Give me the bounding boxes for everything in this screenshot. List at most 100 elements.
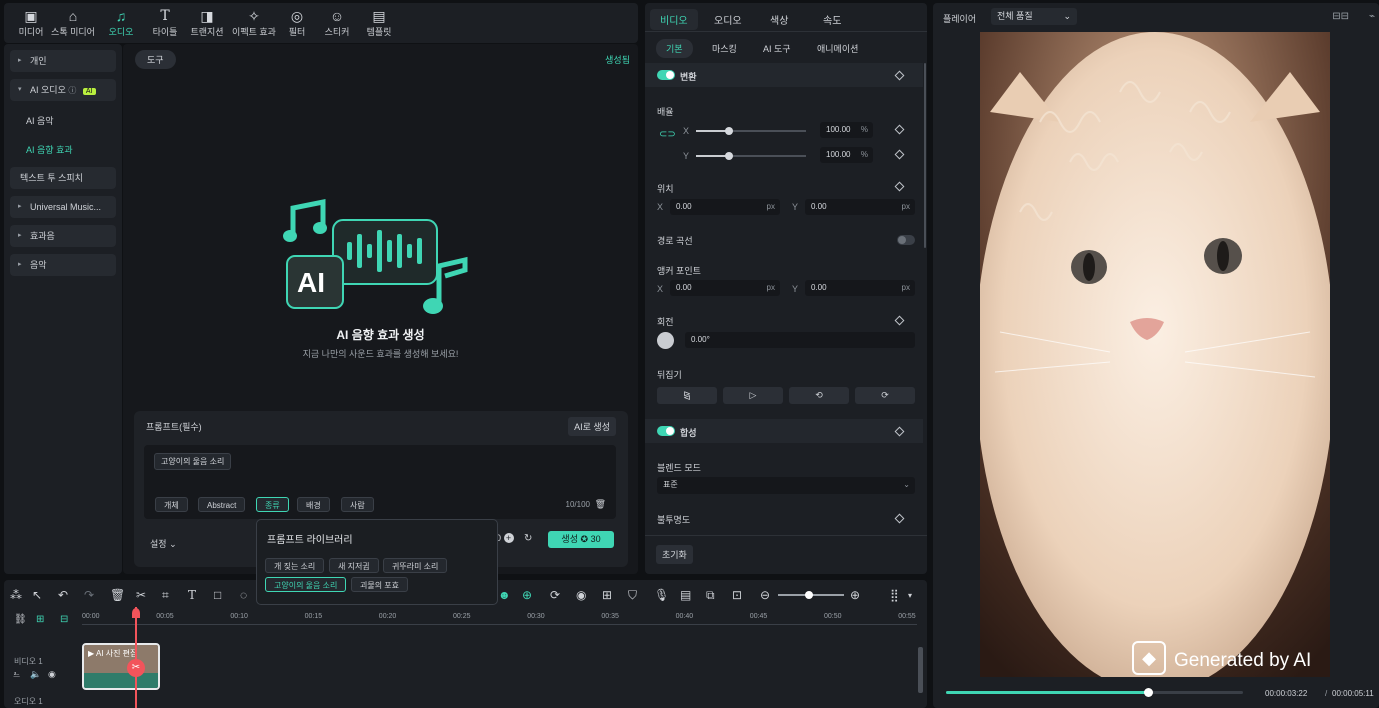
path-curve-toggle[interactable] [897,235,915,245]
keyframe-icon[interactable] [894,181,905,192]
marker-icon[interactable]: ⛉ [628,588,637,603]
scale-y-input[interactable]: 100.00% [820,147,873,163]
tab-speed[interactable]: 속도 [823,12,841,27]
zoom-slider[interactable] [778,591,844,599]
sidebar-item-personal[interactable]: ▸ 개인 [10,50,116,72]
settings-dropdown[interactable]: 설정 ⌄ [150,537,177,550]
toolbar-transitions[interactable]: ◨ 트랜지션 [184,7,230,38]
render-icon[interactable]: ⊡ [732,588,742,602]
keyframe-icon[interactable] [894,124,905,135]
playhead[interactable] [135,607,137,708]
count-stepper[interactable]: 0 + [496,533,514,543]
transform-toggle[interactable] [657,70,675,80]
track-lock-icon[interactable]: ⎁ [13,669,20,680]
rotate-dial[interactable] [657,332,674,349]
text-icon[interactable]: T [188,588,196,602]
keyframe-icon[interactable] [894,315,905,326]
sidebar-item-music[interactable]: ▸ 음악 [10,254,116,276]
composite-toggle[interactable] [657,426,675,436]
snap-icon[interactable]: ⊕ [522,588,532,602]
subtab-masking[interactable]: 마스킹 [712,42,737,55]
library-item[interactable]: 새 지저귐 [329,558,379,573]
timeline-ruler[interactable]: 00:00 00:05 00:10 00:15 00:20 00:25 00:3… [82,610,917,630]
generate-button[interactable]: 생성 ✪ 30 [548,531,614,548]
toolbar-templates[interactable]: ▤ 템플릿 [356,7,402,38]
blend-mode-select[interactable]: 표준 ⌄ [657,477,915,494]
toolbar-stock-media[interactable]: ⌂ 스톡 미디어 [50,7,96,38]
category-chip-people[interactable]: 사람 [341,497,374,512]
camera-icon[interactable]: ◉ [576,588,586,602]
generated-link[interactable]: 생성됨 [605,53,630,66]
toolbar-audio[interactable]: ♫ 오디오 [98,7,144,38]
scale-x-slider[interactable] [696,127,806,135]
library-item[interactable]: 고양이의 울음 소리 [265,577,347,592]
toolbar-titles[interactable]: T 타이틀 [142,7,188,38]
ai-generate-button[interactable]: AI로 생성 [568,417,616,436]
transcribe-icon[interactable]: ⊞ [602,588,612,602]
refresh-icon[interactable]: ↻ [524,533,532,544]
layout-icon[interactable]: ⁂ [10,588,22,602]
quality-select[interactable]: 전체 품질 ⌄ [991,8,1077,25]
grid-icon[interactable]: ⣿ [890,588,899,602]
keyframe-icon[interactable] [894,70,905,81]
video-preview[interactable]: ◆ Generated by AI [980,32,1330,677]
waveform-icon[interactable]: ⌁ [1369,11,1375,22]
keyframe-icon[interactable] [894,513,905,524]
rotate-input[interactable]: 0.00° [685,332,915,348]
cut-icon[interactable]: ✂ [136,588,146,602]
sidebar-sub-ai-music[interactable]: AI 음악 [26,114,54,127]
rotate-left-button[interactable]: ⟲ [789,387,849,404]
compare-icon[interactable]: ⊟⊟ [1332,11,1349,22]
toolbar-stickers[interactable]: ☺ 스티커 [314,7,360,38]
tab-audio[interactable]: 오디오 [714,12,742,27]
link-icon[interactable]: ⊂⊃ [659,129,676,140]
add-track-icon[interactable]: ⊟ [60,614,68,625]
shape-icon[interactable]: □ [214,588,221,602]
sidebar-item-sound-effects[interactable]: ▸ 효과음 [10,225,116,247]
reset-button[interactable]: 초기화 [656,545,693,564]
eye-icon[interactable]: ◉ [48,669,56,680]
category-chip-type[interactable]: 종류 [256,497,289,512]
prompt-tag[interactable]: 고양이의 울음 소리 [154,453,232,470]
microphone-icon[interactable]: 🎙 [654,588,669,602]
tools-pill[interactable]: 도구 [135,50,176,69]
crop-icon[interactable]: ⌗ [162,588,169,603]
chevron-down-icon[interactable]: ▾ [908,591,912,600]
position-y-input[interactable]: 0.00 px [805,199,915,215]
voiceover-icon[interactable]: ▤ [680,588,691,602]
link-tracks-icon[interactable]: ⛓ [14,614,27,625]
keyframe-icon[interactable] [894,149,905,160]
toolbar-media[interactable]: ▣ 미디어 [8,7,54,38]
properties-scrollbar[interactable] [924,63,926,248]
playhead-handle[interactable] [132,608,140,618]
library-item[interactable]: 귀뚜라미 소리 [383,558,448,573]
sidebar-item-text-to-speech[interactable]: 텍스트 투 스피치 [10,167,116,189]
keyframe-icon[interactable] [894,426,905,437]
tab-video[interactable]: 비디오 [650,9,698,30]
category-chip-abstract[interactable]: Abstract [198,497,246,512]
auto-ripple-icon[interactable]: ⟳ [550,588,560,602]
position-x-input[interactable]: 0.00 px [670,199,780,215]
zoom-in-icon[interactable]: ⊕ [850,588,860,602]
sidebar-sub-ai-sound-effects[interactable]: AI 음향 효과 [26,143,73,156]
select-icon[interactable]: ↖ [32,588,42,602]
speaker-icon[interactable]: 🔈 [30,669,41,680]
subtab-ai-tools[interactable]: AI 도구 [763,42,791,55]
subtab-basic[interactable]: 기본 [656,39,693,58]
timeline-scrollbar[interactable] [918,647,923,693]
undo-icon[interactable]: ↶ [58,588,68,602]
sidebar-item-ai-audio[interactable]: ▾ AI 오디오 ⓘ AI [10,79,116,101]
magnet-icon[interactable]: ⊞ [36,614,44,625]
anchor-y-input[interactable]: 0.00 px [805,280,915,296]
category-chip-background[interactable]: 배경 [297,497,330,512]
toolbar-effects[interactable]: ✧ 이펙트 효과 [228,7,280,38]
scale-x-input[interactable]: 100.00% [820,122,873,138]
playback-progress[interactable] [946,688,1243,697]
split-scissors-icon[interactable]: ✂ [127,659,145,677]
zoom-out-icon[interactable]: ⊖ [760,588,770,602]
anchor-x-input[interactable]: 0.00 px [670,280,780,296]
subtab-animation[interactable]: 애니메이션 [817,42,858,55]
scale-y-slider[interactable] [696,152,806,160]
trash-icon[interactable]: 🗑 [595,499,606,510]
sidebar-item-universal-music[interactable]: ▸ Universal Music... [10,196,116,218]
